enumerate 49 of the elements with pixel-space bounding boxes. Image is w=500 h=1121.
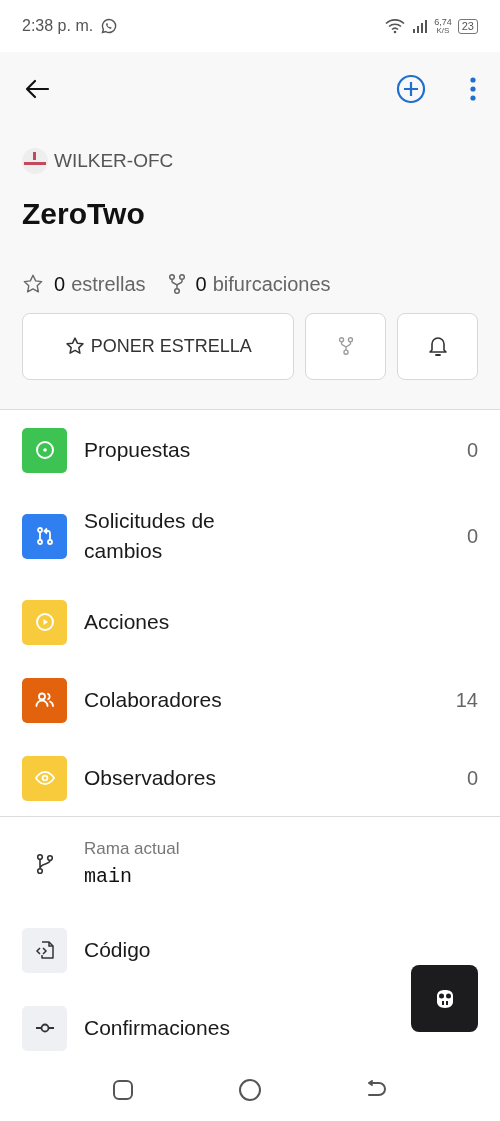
menu-item[interactable]: Observadores 0: [0, 739, 500, 817]
commit-icon: [22, 1005, 67, 1051]
stars-count: 0: [54, 271, 66, 297]
bell-icon: [427, 335, 448, 357]
menu-item-label: Código: [84, 937, 151, 964]
menu-item[interactable]: Acciones: [0, 583, 500, 661]
more-options-icon[interactable]: [470, 76, 476, 101]
menu-item[interactable]: Solicitudes de cambios 0: [0, 489, 500, 583]
copilot-button[interactable]: [411, 965, 478, 1032]
chat-icon: [101, 18, 118, 34]
stars-label: estrellas: [71, 271, 146, 297]
network-speed: 6,74: [434, 17, 452, 27]
star-button[interactable]: PONER ESTRELLA: [22, 312, 295, 380]
menu-item-label: Colaboradores: [84, 687, 223, 713]
menu-item-label: Propuestas: [84, 437, 192, 463]
forks-count: 0: [195, 271, 207, 297]
menu-item-label: Observadores: [84, 765, 217, 791]
network-speed-unit: K/S: [436, 26, 450, 35]
repository-name: ZeroTwo: [21, 195, 146, 232]
back-arrow-icon[interactable]: [24, 78, 50, 99]
signal-icon: [412, 19, 429, 33]
owner-name[interactable]: WILKER-OFC: [54, 147, 174, 176]
home-icon[interactable]: [238, 1077, 262, 1102]
menu-item[interactable]: Código: [0, 911, 390, 989]
fork-icon: [167, 272, 186, 295]
menu-item[interactable]: Colaboradores 14: [0, 661, 500, 739]
menu-item[interactable]: Confirmaciones: [0, 989, 390, 1067]
forks-label: bifurcaciones: [212, 271, 331, 297]
branch-row[interactable]: Rama actual main: [0, 817, 500, 911]
menu-item-label: Confirmaciones: [84, 1015, 230, 1042]
menu-item-count: 0: [466, 438, 478, 463]
menu-item-count: 0: [466, 766, 478, 791]
status-time: 2:38 p. m.: [22, 16, 94, 36]
star-icon: [64, 336, 85, 356]
branch-name: main: [84, 863, 133, 890]
menu-item[interactable]: Propuestas 0: [0, 411, 500, 489]
wifi-icon: [384, 18, 407, 34]
star-icon: [22, 272, 44, 295]
fork-icon: [337, 336, 354, 356]
battery-indicator: 23: [457, 18, 478, 34]
menu-item-label: Solicitudes de cambios: [84, 508, 216, 564]
recent-apps-icon[interactable]: [112, 1078, 134, 1101]
menu-item-count: 14: [455, 688, 478, 713]
add-icon[interactable]: [396, 73, 426, 104]
branch-icon: [35, 853, 54, 875]
branch-label: Rama actual: [84, 838, 180, 861]
code-file-icon: [22, 927, 67, 973]
menu-item-label: Acciones: [84, 609, 171, 635]
menu-item-count: 0: [466, 524, 478, 549]
